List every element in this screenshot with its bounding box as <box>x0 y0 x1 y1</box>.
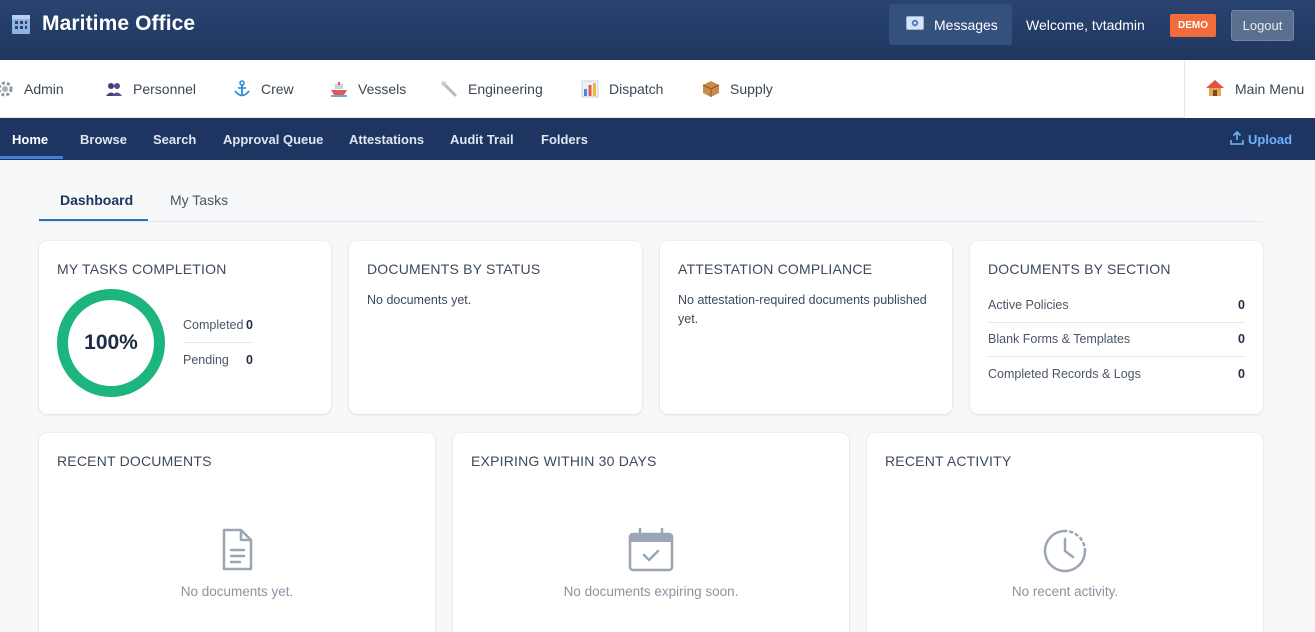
messages-button[interactable]: Messages <box>889 4 1012 45</box>
section-count: 0 <box>1238 367 1245 381</box>
stat-label: Completed <box>183 318 244 332</box>
module-engineering[interactable]: Engineering <box>440 80 543 98</box>
module-label: Vessels <box>358 81 407 97</box>
section-label: Active Policies <box>988 298 1069 312</box>
card-expiring: EXPIRING WITHIN 30 DAYS No documents exp… <box>453 433 849 632</box>
upload-icon <box>1230 130 1244 148</box>
stat-label: Pending <box>183 353 229 367</box>
demo-badge: DEMO <box>1170 14 1216 37</box>
messages-label: Messages <box>934 16 998 33</box>
main-menu-label: Main Menu <box>1235 81 1305 97</box>
clock-icon <box>1042 528 1088 579</box>
section-row[interactable]: Completed Records & Logs 0 <box>988 367 1245 381</box>
main-nav: Home Browse Search Approval Queue Attest… <box>0 118 1315 160</box>
divider <box>988 356 1245 357</box>
empty-state-text: No documents yet. <box>180 584 294 599</box>
completion-percent: 100% <box>84 331 138 354</box>
app-header: Maritime Office Messages Welcome, tvtadm… <box>0 0 1315 60</box>
home-icon <box>1205 79 1225 100</box>
stat-pending: Pending 0 <box>183 353 253 367</box>
module-dispatch[interactable]: Dispatch <box>581 80 663 98</box>
module-label: Engineering <box>468 81 543 97</box>
card-documents-by-status: DOCUMENTS BY STATUS No documents yet. <box>349 241 642 414</box>
tab-active-indicator <box>39 219 148 221</box>
module-label: Supply <box>730 81 773 97</box>
people-icon <box>105 80 123 98</box>
welcome-text: Welcome, tvtadmin <box>1026 17 1145 33</box>
module-vessels[interactable]: Vessels <box>330 80 406 98</box>
building-icon <box>10 13 32 35</box>
module-crew[interactable]: Crew <box>233 80 294 98</box>
nav-active-indicator <box>0 156 63 159</box>
nav-folders[interactable]: Folders <box>541 118 588 160</box>
gear-icon <box>0 80 14 98</box>
brand[interactable]: Maritime Office <box>10 12 195 36</box>
module-label: Dispatch <box>609 81 664 97</box>
tab-dashboard[interactable]: Dashboard <box>60 192 133 208</box>
nav-home[interactable]: Home <box>12 118 48 160</box>
nav-search[interactable]: Search <box>153 118 196 160</box>
stat-completed: Completed 0 <box>183 318 253 332</box>
section-count: 0 <box>1238 298 1245 312</box>
module-supply[interactable]: Supply <box>702 80 773 98</box>
card-title: MY TASKS COMPLETION <box>57 261 227 277</box>
stat-value: 0 <box>246 353 253 367</box>
card-recent-activity: RECENT ACTIVITY No recent activity. <box>867 433 1263 632</box>
nav-approval-queue[interactable]: Approval Queue <box>223 118 323 160</box>
upload-label: Upload <box>1248 131 1293 147</box>
ship-icon <box>330 80 348 98</box>
card-title: DOCUMENTS BY SECTION <box>988 261 1171 277</box>
module-label: Admin <box>24 81 64 97</box>
anchor-icon <box>233 80 251 98</box>
module-label: Personnel <box>133 81 197 97</box>
divider <box>988 322 1245 323</box>
card-title: DOCUMENTS BY STATUS <box>367 261 541 277</box>
wrench-icon <box>440 80 458 98</box>
section-row[interactable]: Blank Forms & Templates 0 <box>988 332 1245 346</box>
module-bar: Admin Personnel Crew Vessels Engineering… <box>0 60 1315 118</box>
package-icon <box>702 80 720 98</box>
section-row[interactable]: Active Policies 0 <box>988 298 1245 312</box>
app-title: Maritime Office <box>42 12 196 35</box>
document-icon <box>220 528 254 577</box>
card-recent-documents: RECENT DOCUMENTS No documents yet. <box>39 433 435 632</box>
section-count: 0 <box>1238 332 1245 346</box>
empty-state-text: No recent activity. <box>1011 584 1119 599</box>
card-message: No documents yet. <box>367 293 472 307</box>
divider <box>183 342 253 343</box>
nav-attestations[interactable]: Attestations <box>349 118 424 160</box>
card-tasks-completion: MY TASKS COMPLETION 100% Completed 0 Pen… <box>39 241 331 414</box>
module-label: Crew <box>261 81 294 97</box>
section-label: Blank Forms & Templates <box>988 332 1131 346</box>
completion-donut: 100% <box>57 289 165 397</box>
upload-button[interactable]: Upload <box>1230 118 1292 160</box>
card-attestation-compliance: ATTESTATION COMPLIANCE No attestation-re… <box>660 241 952 414</box>
logout-button[interactable]: Logout <box>1231 10 1294 41</box>
module-admin[interactable]: Admin <box>0 80 64 98</box>
bar-chart-icon <box>581 80 599 98</box>
stat-value: 0 <box>246 318 253 332</box>
card-documents-by-section: DOCUMENTS BY SECTION Active Policies 0 B… <box>970 241 1263 414</box>
main-menu-button[interactable]: Main Menu <box>1184 60 1315 118</box>
card-message: No attestation-required documents publis… <box>678 293 927 326</box>
empty-state-text: No documents expiring soon. <box>563 584 739 599</box>
module-personnel[interactable]: Personnel <box>105 80 196 98</box>
card-title: RECENT ACTIVITY <box>885 453 1012 469</box>
envelope-icon <box>906 16 924 33</box>
tab-divider <box>39 221 1262 222</box>
card-title: EXPIRING WITHIN 30 DAYS <box>471 453 657 469</box>
tab-my-tasks[interactable]: My Tasks <box>170 192 228 208</box>
calendar-check-icon <box>628 527 674 577</box>
card-title: RECENT DOCUMENTS <box>57 453 212 469</box>
nav-browse[interactable]: Browse <box>80 118 127 160</box>
card-title: ATTESTATION COMPLIANCE <box>678 261 873 277</box>
nav-audit-trail[interactable]: Audit Trail <box>450 118 514 160</box>
section-label: Completed Records & Logs <box>988 367 1141 381</box>
